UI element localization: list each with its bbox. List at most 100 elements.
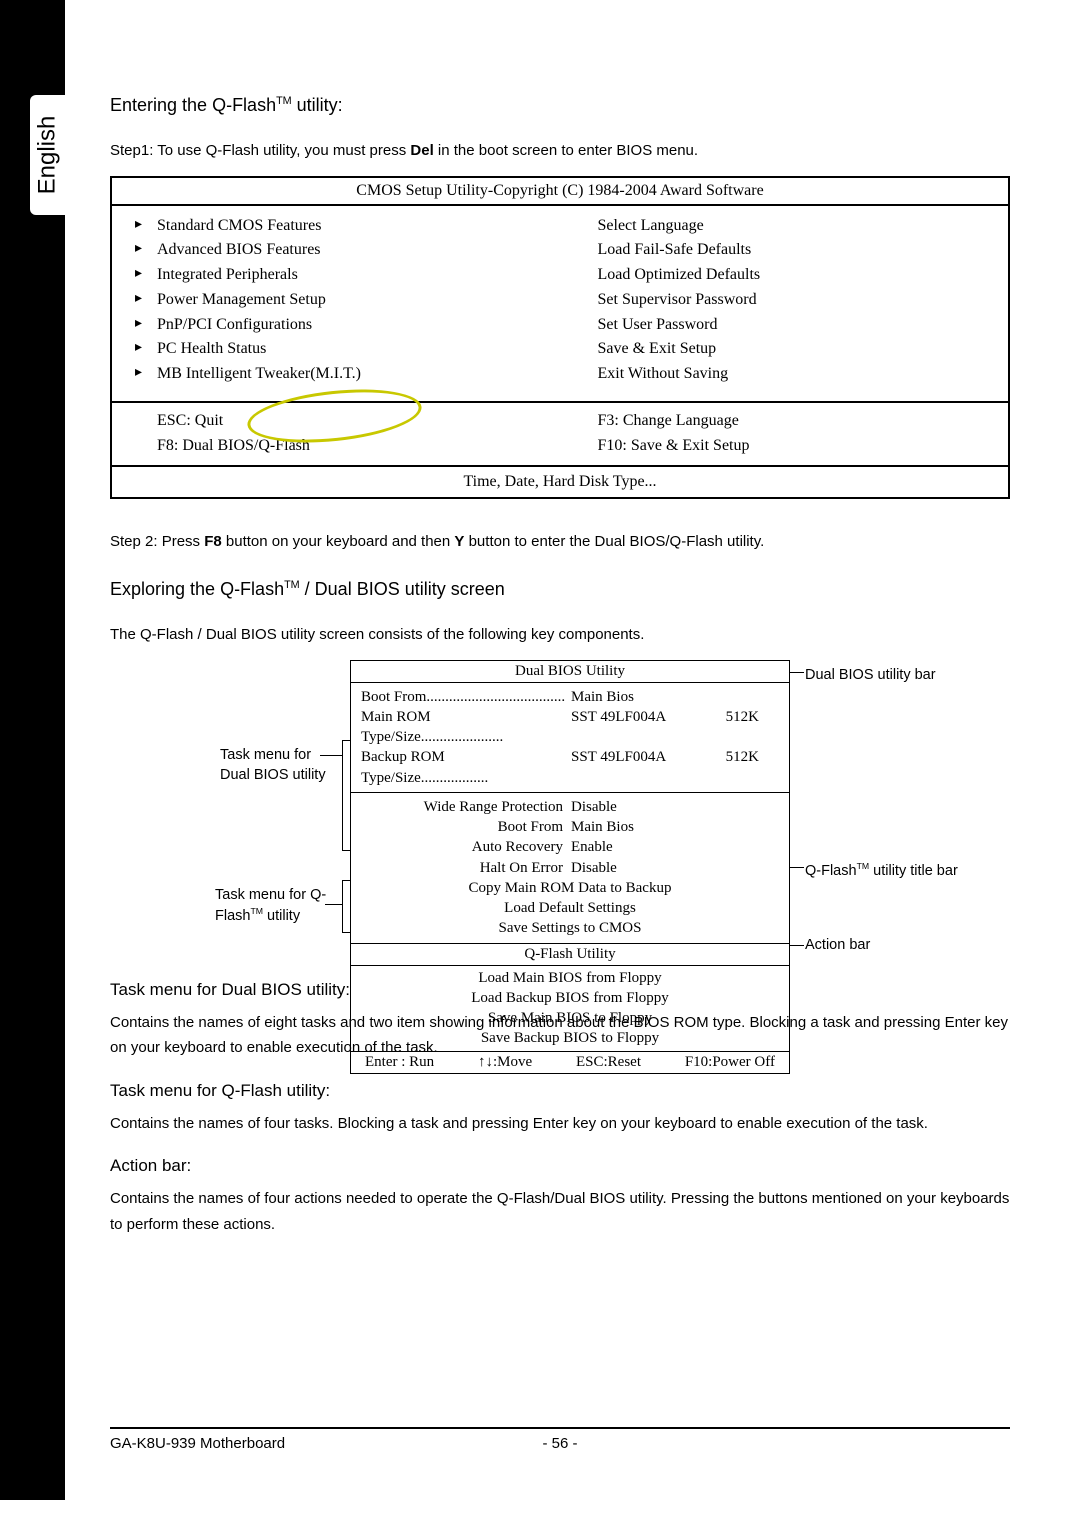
bios-item: Exit Without Saving [598,362,989,387]
bios-item: PnP/PCI Configurations [157,313,548,338]
connector-line [790,867,804,868]
task-lbl: Auto Recovery [361,837,571,857]
page-content: Entering the Q-FlashTM utility: Step1: T… [110,0,1010,1237]
bios-item: Set User Password [598,313,989,338]
section2-para: The Q-Flash / Dual BIOS utility screen c… [110,622,1010,648]
tm-icon: TM [276,95,292,107]
qflash-task: Load Main BIOS from Floppy [351,968,789,988]
bios-footer-item: F8: Dual BIOS/Q-Flash [157,434,548,459]
connector-line [790,945,804,946]
section3-h2: Task menu for Q-Flash utility: [110,1081,1010,1101]
qflash-title: Q-Flash Utility [351,944,789,966]
step2-k2: Y [454,533,464,550]
step2-pre: Step 2: Press [110,533,204,550]
connector-line [320,755,342,756]
action-item: ESC:Reset [576,1054,641,1071]
action-item: ↑↓:Move [478,1054,532,1071]
connector-line [342,850,350,851]
section1-title-pre: Entering the Q-Flash [110,95,276,115]
dual-bios-diagram: Dual BIOS Utility Boot From.............… [110,660,1010,960]
bios-col-right: Select Language Load Fail-Safe Defaults … [568,206,1009,402]
row-lbl: Boot From...............................… [361,687,571,707]
action-item: F10:Power Off [685,1054,775,1071]
tm-icon: TM [284,579,300,591]
qflash-tasks: Load Main BIOS from Floppy Load Backup B… [351,966,789,1052]
section2-title-pre: Exploring the Q-Flash [110,579,284,599]
qflash-task: Load Backup BIOS from Floppy [351,988,789,1008]
bios-item: PC Health Status [157,337,548,362]
tm-icon: TM [250,906,263,916]
section1-title: Entering the Q-FlashTM utility: [110,95,1010,116]
bios-columns: Standard CMOS Features Advanced BIOS Fea… [112,206,1008,404]
callout-right2: Q-FlashTM utility title bar [805,860,965,881]
action-item: Enter : Run [365,1054,434,1071]
row-val: Main Bios [571,687,691,707]
connector-line [790,672,804,673]
info-rows: Boot From...............................… [351,683,789,793]
dual-bios-title: Dual BIOS Utility [351,661,789,683]
callout-right3: Action bar [805,935,870,955]
step2-para: Step 2: Press F8 button on your keyboard… [110,529,1010,555]
callout-right2-pre: Q-Flash [805,863,857,879]
callout-left2-suf: utility [263,908,300,924]
tm-icon: TM [857,861,870,871]
section3-h3: Action bar: [110,1156,1010,1176]
task-lbl: Wide Range Protection [361,797,571,817]
row-sz: 512K [691,707,779,748]
connector-line [342,880,343,932]
section3-p3: Contains the names of four actions neede… [110,1186,1010,1237]
row-val: SST 49LF004A [571,747,691,788]
task-center: Load Default Settings [361,898,779,918]
action-bar-row: Enter : Run ↑↓:Move ESC:Reset F10:Power … [351,1052,789,1073]
bios-footer-item: F10: Save & Exit Setup [598,434,989,459]
section3-p2: Contains the names of four tasks. Blocki… [110,1111,1010,1137]
language-label: English [34,116,62,195]
footer-page: - 56 - [542,1435,577,1452]
bios-bottom: Time, Date, Hard Disk Type... [112,465,1008,497]
step2-mid: button on your keyboard and then [222,533,455,550]
bios-footer-left: ESC: Quit F8: Dual BIOS/Q-Flash [112,403,568,465]
task-center: Copy Main ROM Data to Backup [361,878,779,898]
task-rows: Wide Range ProtectionDisable Boot FromMa… [351,793,789,944]
footer-left: GA-K8U-939 Motherboard [110,1435,285,1452]
row-sz [691,687,779,707]
row-sz: 512K [691,747,779,788]
bios-footer-right: F3: Change Language F10: Save & Exit Set… [568,403,1009,465]
row-val: SST 49LF004A [571,707,691,748]
qflash-task: Save Main BIOS to Floppy [351,1008,789,1028]
bios-item: Load Optimized Defaults [598,263,989,288]
bios-footer-item: F3: Change Language [598,409,989,434]
connector-line [342,740,350,741]
section2-title-suf: / Dual BIOS utility screen [300,579,505,599]
task-val: Main Bios [571,817,691,837]
qflash-task: Save Backup BIOS to Floppy [351,1028,789,1048]
task-center: Save Settings to CMOS [361,918,779,938]
bios-item: Standard CMOS Features [157,214,548,239]
task-val: Disable [571,797,691,817]
bios-menu-box: CMOS Setup Utility-Copyright (C) 1984-20… [110,176,1010,499]
bios-footer: ESC: Quit F8: Dual BIOS/Q-Flash F3: Chan… [112,403,1008,465]
bios-item: Power Management Setup [157,288,548,313]
connector-line [325,904,342,905]
sidebar-black [0,0,65,1500]
bios-item: Load Fail-Safe Defaults [598,238,989,263]
task-lbl: Boot From [361,817,571,837]
bios-col-left: Standard CMOS Features Advanced BIOS Fea… [112,206,568,402]
task-val: Disable [571,858,691,878]
callout-left1: Task menu for Dual BIOS utility [220,745,340,786]
page-footer: GA-K8U-939 Motherboard - 56 - [110,1427,1010,1452]
connector-line [342,880,350,881]
row-lbl: Backup ROM Type/Size.................. [361,747,571,788]
section2-title: Exploring the Q-FlashTM / Dual BIOS util… [110,579,1010,600]
bios-item: Advanced BIOS Features [157,238,548,263]
utility-box: Dual BIOS Utility Boot From.............… [350,660,790,1074]
bios-item: Select Language [598,214,989,239]
bios-footer-item: ESC: Quit [157,409,548,434]
step1-pre: Step1: To use Q-Flash utility, you must … [110,142,410,159]
step2-k1: F8 [204,533,222,550]
bios-item: MB Intelligent Tweaker(M.I.T.) [157,362,548,387]
step1-para: Step1: To use Q-Flash utility, you must … [110,138,1010,164]
callout-right1: Dual BIOS utility bar [805,665,936,685]
connector-line [342,932,350,933]
step1-key: Del [410,142,433,159]
